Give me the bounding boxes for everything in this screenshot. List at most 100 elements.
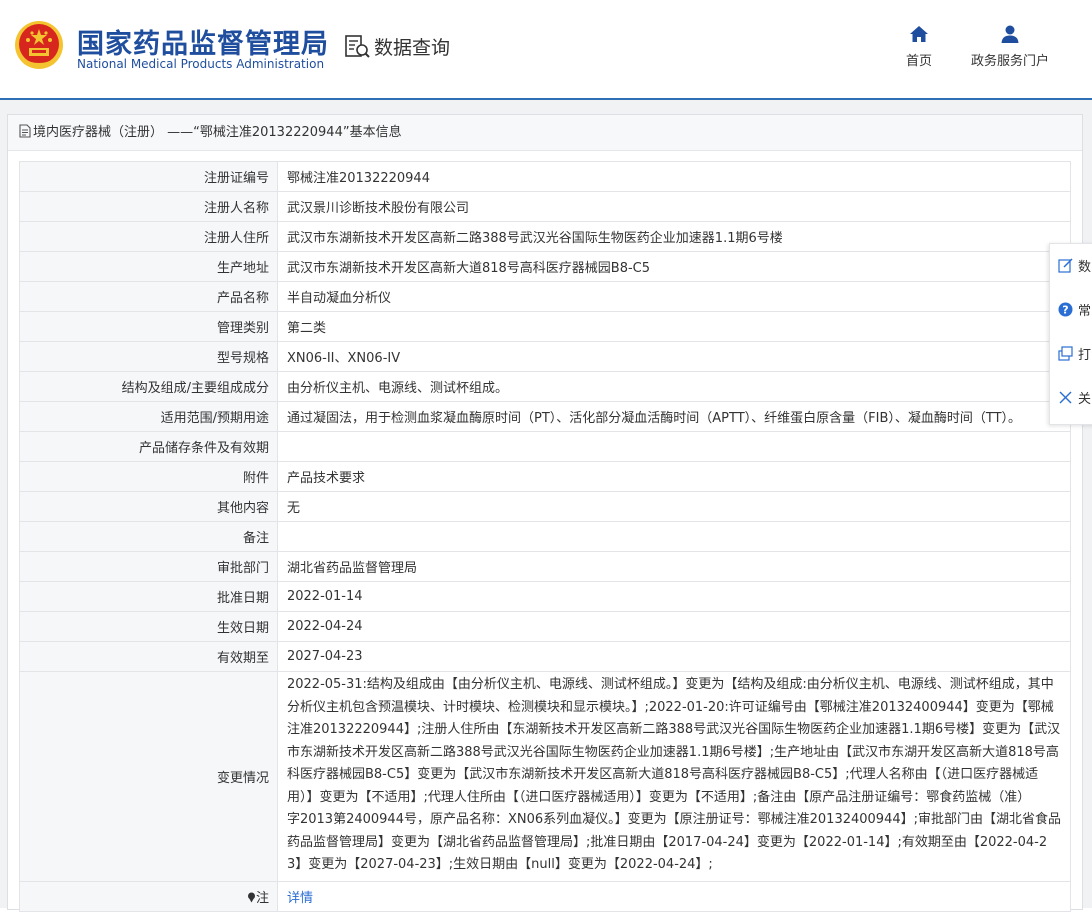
- panel-title: 境内医疗器械（注册） ——“鄂械注准20132220944”基本信息: [33, 125, 402, 140]
- table-row: 结构及组成/主要组成成分 由分析仪主机、电源线、测试杯组成。: [19, 371, 1072, 402]
- change-history-line: 分析仪主机包含预温模块、计时模块、检测模块和显示模块。】;2022-01-20:…: [286, 699, 1054, 715]
- row-label: 注册人名称: [19, 191, 278, 222]
- table-row-note: 注 详情: [19, 880, 1072, 912]
- row-label: 型号规格: [19, 341, 278, 372]
- table-row: 产品名称 半自动凝血分析仪: [19, 281, 1072, 312]
- print-label: 打: [1078, 347, 1092, 363]
- row-label: 有效期至: [19, 641, 278, 672]
- feedback-button[interactable]: 数: [1058, 254, 1092, 276]
- row-label: 审批部门: [19, 551, 278, 582]
- table-row: 注册人住所 武汉市东湖新技术开发区高新二路388号武汉光谷国际生物医药企业加速器1…: [19, 221, 1072, 252]
- details-link[interactable]: 详情: [287, 891, 313, 906]
- row-label: 变更情况: [19, 671, 278, 882]
- row-value: [276, 431, 1072, 462]
- help-icon: ?: [1058, 302, 1073, 316]
- data-query-heading: 数据查询: [344, 33, 450, 60]
- nav-portal-button[interactable]: 政务服务门户: [962, 24, 1058, 69]
- close-icon: [1059, 391, 1072, 403]
- row-value: 第二类: [276, 311, 1072, 342]
- table-row: 适用范围/预期用途 通过凝固法，用于检测血浆凝血酶原时间（PT）、活化部分凝血活酶…: [19, 401, 1072, 432]
- row-value: 2022-04-24: [276, 611, 1072, 642]
- data-query-label: 数据查询: [374, 37, 451, 59]
- site-header: 国家药品监督管理局 National Medical Products Admi…: [0, 0, 1092, 98]
- row-value: 半自动凝血分析仪: [276, 281, 1072, 312]
- row-value: 武汉市东湖新技术开发区高新二路388号武汉光谷国际生物医药企业加速器1.1期6号…: [276, 221, 1072, 252]
- row-label: 生产地址: [19, 251, 278, 282]
- panel-title-bar: 境内医疗器械（注册） ——“鄂械注准20132220944”基本信息: [8, 115, 1082, 151]
- site-title[interactable]: 国家药品监督管理局: [77, 22, 329, 61]
- site-subtitle: National Medical Products Administration: [77, 57, 325, 71]
- document-search-icon: [345, 34, 370, 58]
- national-emblem-icon: [15, 21, 63, 69]
- registration-info-table: 注册证编号 鄂械注准20132220944 注册人名称 武汉景川诊断技术股份有限公司注…: [19, 161, 1072, 912]
- table-row: 审批部门 湖北省药品监督管理局: [19, 551, 1072, 582]
- table-row: 产品储存条件及有效期: [19, 431, 1072, 462]
- table-row: 附件 产品技术要求: [19, 461, 1072, 492]
- row-value: 由分析仪主机、电源线、测试杯组成。: [276, 371, 1072, 402]
- feedback-label: 数: [1078, 259, 1092, 275]
- change-history-line: 用）】变更为【不适用】;代理人住所由【（进口医疗器械适用）】变更为【不适用】;备…: [286, 789, 1031, 805]
- table-row: 批准日期 2022-01-14: [19, 581, 1072, 612]
- row-label: 备注: [19, 521, 278, 552]
- row-label: 注册证编号: [19, 161, 278, 192]
- table-row: 备注: [19, 521, 1072, 552]
- row-label: 注册人住所: [19, 221, 278, 252]
- print-icon: [1058, 345, 1073, 361]
- row-label: 管理类别: [19, 311, 278, 342]
- row-value: 2027-04-23: [276, 641, 1072, 672]
- faq-button[interactable]: ? 常: [1058, 298, 1092, 320]
- close-button[interactable]: 关: [1058, 386, 1092, 408]
- row-label: 附件: [19, 461, 278, 492]
- row-label: 生效日期: [19, 611, 278, 642]
- document-icon: [19, 124, 31, 138]
- row-label: 产品储存条件及有效期: [19, 431, 278, 462]
- pin-icon: [247, 892, 255, 902]
- close-label: 关: [1078, 391, 1092, 407]
- change-history-line: 3】变更为【2027-04-23】;生效日期由【null】变更为【2022-04…: [286, 857, 713, 872]
- table-row: 注册证编号 鄂械注准20132220944: [19, 161, 1072, 192]
- row-value: 武汉市东湖新技术开发区高新大道818号高科医疗器械园B8-C5: [276, 251, 1072, 282]
- user-icon: [1001, 25, 1019, 43]
- row-value: XN06-II、XN06-IV: [276, 341, 1072, 372]
- row-value: 通过凝固法，用于检测血浆凝血酶原时间（PT）、活化部分凝血活酶时间（APTT）、…: [276, 401, 1072, 432]
- row-value: 产品技术要求: [276, 461, 1072, 492]
- row-value: 鄂械注准20132220944: [276, 161, 1072, 192]
- change-history-line: 字2013第2400944号，原产品名称：XN06系列血凝仪。】变更为【原注册证…: [286, 812, 1061, 827]
- row-label: 结构及组成/主要组成成分: [19, 371, 278, 402]
- faq-label: 常: [1078, 303, 1092, 319]
- svg-text:?: ?: [1062, 303, 1068, 316]
- change-history-line: 市东湖新技术开发区高新二路388号武汉光谷国际生物医药企业加速器1.1期6号楼】…: [286, 744, 1059, 760]
- row-label: 产品名称: [19, 281, 278, 312]
- row-value: 武汉景川诊断技术股份有限公司: [276, 191, 1072, 222]
- print-button[interactable]: 打: [1058, 342, 1092, 364]
- table-row-change: 变更情况 2022-05-31:结构及组成由【由分析仪主机、电源线、测试杯组成。…: [19, 671, 1072, 882]
- note-label: 注: [255, 890, 269, 906]
- change-history-line: 科医疗器械园B8-C5】变更为【武汉市东湖新技术开发区高新大道818号高科医疗器…: [286, 767, 1039, 782]
- detail-panel: 境内医疗器械（注册） ——“鄂械注准20132220944”基本信息 注册证编号…: [7, 114, 1083, 912]
- note-value-cell: 详情: [276, 880, 1072, 912]
- row-label: 批准日期: [19, 581, 278, 612]
- note-label-cell: 注: [19, 880, 278, 912]
- row-value: 湖北省药品监督管理局: [276, 551, 1072, 582]
- home-icon: [910, 26, 928, 42]
- row-value: [276, 521, 1072, 552]
- table-row: 有效期至 2027-04-23: [19, 641, 1072, 672]
- nav-home-button[interactable]: 首页: [895, 24, 943, 69]
- row-label: 其他内容: [19, 491, 278, 522]
- nav-home-label: 首页: [905, 54, 932, 69]
- row-value: 无: [276, 491, 1072, 522]
- edit-icon: [1058, 257, 1073, 273]
- row-value: 2022-01-14: [276, 581, 1072, 612]
- table-row: 注册人名称 武汉景川诊断技术股份有限公司: [19, 191, 1072, 222]
- change-history-line: 注准20132220944】;注册人住所由【东湖新技术开发区高新二路388号武汉…: [286, 722, 1061, 737]
- change-history-line: 2022-05-31:结构及组成由【由分析仪主机、电源线、测试杯组成。】变更为【…: [286, 677, 1054, 692]
- table-row: 型号规格 XN06-II、XN06-IV: [19, 341, 1072, 372]
- table-row: 其他内容无: [19, 491, 1072, 522]
- floating-toolbar: 数 ? 常 打 关: [1049, 243, 1092, 425]
- table-row: 生效日期 2022-04-24: [19, 611, 1072, 642]
- table-row: 管理类别 第二类: [19, 311, 1072, 342]
- table-row: 生产地址 武汉市东湖新技术开发区高新大道818号高科医疗器械园B8-C5: [19, 251, 1072, 282]
- change-history-line: 药品监督管理局】变更为【湖北省药品监督管理局】;批准日期由【2017-04-24…: [286, 834, 1048, 850]
- row-label: 适用范围/预期用途: [19, 401, 278, 432]
- nav-portal-label: 政务服务门户: [970, 54, 1049, 69]
